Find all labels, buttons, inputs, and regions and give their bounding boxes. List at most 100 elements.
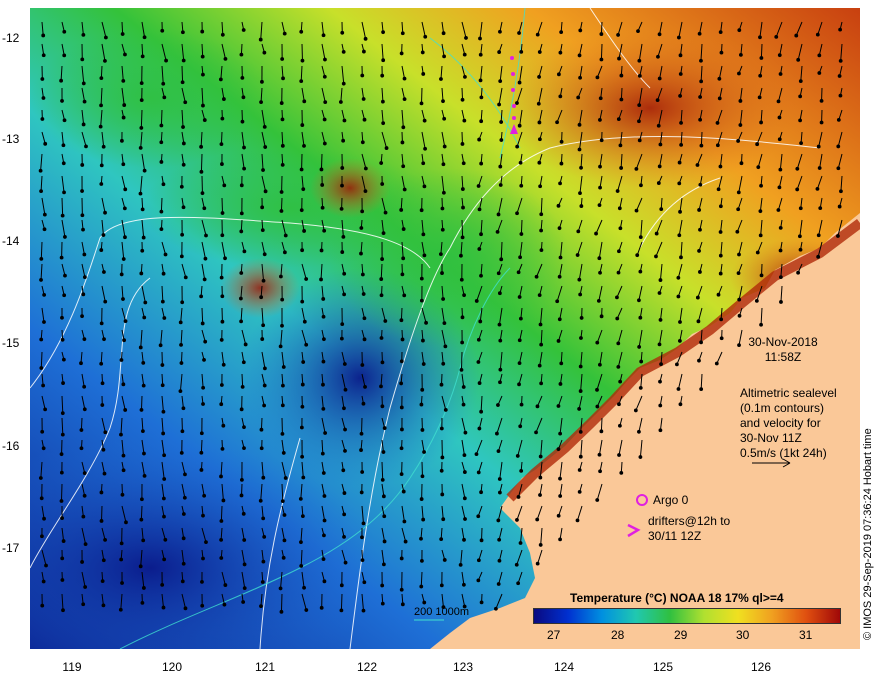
velocity-arrow-head [657, 164, 662, 169]
velocity-arrow-head [81, 602, 86, 607]
velocity-arrow-head [241, 600, 246, 604]
velocity-arrow-head [121, 78, 126, 83]
velocity-arrow-head [179, 254, 184, 259]
velocity-arrow-head [476, 514, 481, 519]
velocity-arrow-head [81, 122, 86, 127]
velocity-arrow-head [715, 121, 720, 125]
velocity-arrow-head [280, 117, 285, 122]
velocity-arrow-head [118, 607, 123, 612]
velocity-arrow-head [515, 144, 520, 149]
velocity-arrow-head [43, 141, 48, 146]
velocity-arrow-head [676, 294, 681, 299]
velocity-arrow-head [498, 29, 502, 34]
velocity-arrow-head [778, 72, 783, 76]
velocity-arrow-head [442, 116, 447, 121]
velocity-arrow-head [239, 183, 244, 188]
velocity-arrow-head [183, 275, 188, 280]
velocity-arrow-head [101, 558, 106, 563]
velocity-arrow-head [239, 493, 244, 498]
velocity-arrow-head [617, 56, 621, 61]
velocity-arrow [181, 65, 184, 83]
velocity-arrow-head [220, 162, 224, 166]
velocity-arrow-head [103, 210, 107, 215]
velocity-arrow-head [559, 361, 564, 366]
velocity-arrow-head [242, 145, 246, 150]
velocity-arrow-head [719, 336, 724, 341]
velocity-arrow-head [697, 249, 701, 253]
velocity-arrow-head [204, 233, 208, 238]
velocity-arrow-head [462, 470, 467, 474]
velocity-arrow-head [695, 163, 700, 167]
velocity-arrow-head [695, 295, 700, 300]
velocity-arrow-head [496, 518, 501, 523]
velocity-arrow-head [697, 31, 702, 36]
velocity-arrow-head [477, 381, 482, 385]
velocity-arrow-head [239, 477, 244, 482]
velocity-arrow-head [535, 404, 540, 409]
velocity-arrow-head [384, 146, 389, 150]
velocity-arrow-head [181, 162, 186, 167]
velocity-arrow-head [203, 256, 208, 261]
velocity-arrow-head [322, 117, 327, 122]
velocity-arrow-head [759, 183, 763, 188]
velocity-arrow-head [518, 255, 522, 260]
velocity-arrow-head [798, 247, 803, 252]
velocity-arrow-head [61, 143, 66, 148]
velocity-arrow-head [63, 235, 67, 239]
velocity-arrow-head [362, 117, 367, 122]
velocity-arrow-head [595, 498, 600, 502]
velocity-arrow-head [401, 125, 406, 130]
velocity-arrow-head [100, 403, 105, 407]
velocity-arrow-head [262, 535, 267, 539]
velocity-arrow-head [140, 54, 145, 59]
velocity-arrow-head [161, 81, 166, 86]
velocity-arrow-head [282, 538, 287, 543]
velocity-arrow-head [360, 73, 365, 78]
velocity-arrow-head [361, 521, 366, 526]
velocity-arrow-head [677, 35, 681, 40]
velocity-arrow-head [219, 142, 224, 147]
velocity-arrow-head [380, 257, 385, 261]
velocity-arrow-head [181, 58, 186, 63]
velocity-arrow-head [183, 606, 188, 611]
lon-label: 120 [161, 660, 183, 674]
velocity-arrow-head [321, 33, 326, 38]
velocity-arrow-head [380, 477, 385, 482]
velocity-arrow-head [83, 585, 88, 589]
velocity-arrow-head [476, 470, 481, 475]
velocity-arrow-head [82, 337, 87, 342]
velocity-arrow-head [517, 31, 521, 35]
velocity-arrow [40, 351, 43, 369]
velocity-arrow-head [341, 138, 346, 143]
velocity-arrow-head [400, 140, 405, 145]
velocity-arrow-head [82, 471, 87, 476]
velocity-arrow-head [380, 404, 385, 409]
velocity-arrow-head [282, 31, 287, 36]
velocity-arrow-head [515, 518, 519, 522]
velocity-arrow-head [141, 235, 146, 240]
velocity-arrow-head [777, 115, 782, 120]
velocity-arrow-head [578, 191, 582, 196]
velocity-arrow-head [380, 583, 385, 588]
velocity-arrow-head [222, 602, 227, 607]
velocity-arrow-head [340, 250, 345, 254]
velocity-arrow-head [403, 539, 408, 544]
velocity-arrow-head [656, 54, 660, 59]
velocity-arrow-head [103, 35, 108, 40]
velocity-arrow-head [478, 36, 482, 41]
velocity-arrow-head [462, 293, 466, 298]
velocity-arrow-head [79, 428, 84, 432]
velocity-arrow-head [63, 273, 67, 278]
velocity-arrow-head [363, 189, 368, 194]
velocity-arrow-head [421, 517, 426, 522]
velocity-arrow-head [463, 430, 468, 435]
velocity-arrow-head [538, 454, 543, 459]
velocity-arrow-head [776, 208, 781, 212]
velocity-arrow-head [161, 431, 166, 436]
velocity-arrow-head [299, 79, 304, 84]
velocity-arrow-head [537, 50, 542, 54]
velocity-arrow-head [181, 205, 186, 210]
velocity-arrow-head [258, 37, 263, 42]
velocity-arrow-head [98, 124, 103, 129]
velocity-arrow-head [320, 205, 325, 210]
